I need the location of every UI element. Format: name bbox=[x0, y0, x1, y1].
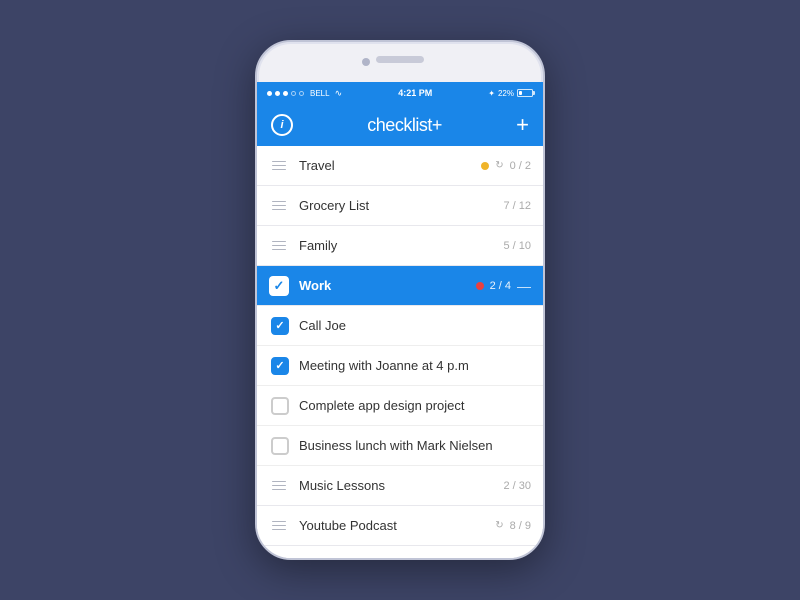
work-subitems: ✓ Call Joe ✓ Meeting with Joanne at 4 p.… bbox=[257, 306, 543, 466]
app-title: checklist+ bbox=[367, 115, 442, 136]
count-family: 5 / 10 bbox=[503, 240, 531, 252]
list-icon-work: ✓ bbox=[269, 276, 289, 296]
hamburger-icon-music bbox=[272, 481, 286, 491]
add-list-button[interactable]: + bbox=[516, 114, 529, 136]
status-left: BELL ∿ bbox=[267, 88, 342, 99]
status-bar: BELL ∿ 4:21 PM ✦ 22% bbox=[257, 82, 543, 104]
phone-speaker bbox=[376, 56, 424, 63]
list-item-family[interactable]: Family 5 / 10 bbox=[257, 226, 543, 266]
list-name-family: Family bbox=[299, 238, 503, 253]
signal-dot-3 bbox=[283, 91, 288, 96]
count-grocery: 7 / 12 bbox=[503, 200, 531, 212]
count-work: 2 / 4 bbox=[490, 280, 511, 292]
subitem-label-call-joe: Call Joe bbox=[299, 318, 346, 333]
checkbox-meeting-joanne[interactable]: ✓ bbox=[271, 357, 289, 375]
signal-dot-2 bbox=[275, 91, 280, 96]
battery-percent: 22% bbox=[498, 89, 514, 98]
volume-up-button bbox=[255, 132, 257, 154]
count-youtube: 8 / 9 bbox=[510, 520, 531, 532]
hamburger-icon bbox=[272, 161, 286, 171]
signal-dot-4 bbox=[291, 91, 296, 96]
list-icon-travel bbox=[269, 156, 289, 176]
list-item-n[interactable]: N... bbox=[257, 546, 543, 558]
checkbox-call-joe[interactable]: ✓ bbox=[271, 317, 289, 335]
list-name-travel: Travel bbox=[299, 158, 481, 173]
volume-down-button bbox=[255, 162, 257, 184]
subitem-app-design[interactable]: Complete app design project bbox=[257, 386, 543, 426]
app-header: i checklist+ + bbox=[257, 104, 543, 146]
phone-camera bbox=[362, 58, 370, 66]
hamburger-icon-youtube bbox=[272, 521, 286, 531]
wifi-icon: ∿ bbox=[335, 88, 343, 99]
status-right: ✦ 22% bbox=[488, 89, 533, 98]
checklist-body: Travel ↻ 0 / 2 Grocery List bbox=[257, 146, 543, 558]
power-button bbox=[543, 152, 545, 188]
phone-screen: BELL ∿ 4:21 PM ✦ 22% i checklist+ + bbox=[257, 82, 543, 558]
list-icon-family bbox=[269, 236, 289, 256]
bluetooth-icon: ✦ bbox=[488, 89, 495, 98]
subitem-label-meeting-joanne: Meeting with Joanne at 4 p.m bbox=[299, 358, 469, 373]
checkbox-business-lunch[interactable] bbox=[271, 437, 289, 455]
subitem-call-joe[interactable]: ✓ Call Joe bbox=[257, 306, 543, 346]
list-item-youtube[interactable]: Youtube Podcast ↻ 8 / 9 bbox=[257, 506, 543, 546]
carrier-label: BELL bbox=[310, 89, 330, 98]
battery-icon bbox=[517, 89, 533, 97]
battery-fill bbox=[519, 91, 522, 95]
list-meta-grocery: 7 / 12 bbox=[503, 200, 531, 212]
sync-icon-travel: ↻ bbox=[495, 160, 503, 171]
list-item-music[interactable]: Music Lessons 2 / 30 bbox=[257, 466, 543, 506]
signal-dot-1 bbox=[267, 91, 272, 96]
sync-icon-youtube: ↻ bbox=[495, 520, 503, 531]
status-time: 4:21 PM bbox=[398, 88, 432, 98]
list-name-work: Work bbox=[299, 278, 476, 293]
work-check-circle: ✓ bbox=[269, 276, 289, 296]
list-item-grocery[interactable]: Grocery List 7 / 12 bbox=[257, 186, 543, 226]
list-icon-n bbox=[269, 556, 289, 559]
count-music: 2 / 30 bbox=[503, 480, 531, 492]
list-meta-youtube: ↻ 8 / 9 bbox=[495, 520, 531, 532]
list-meta-family: 5 / 10 bbox=[503, 240, 531, 252]
list-name-youtube: Youtube Podcast bbox=[299, 518, 495, 533]
list-icon-grocery bbox=[269, 196, 289, 216]
list-meta-work: 2 / 4 — bbox=[476, 278, 531, 294]
subitem-business-lunch[interactable]: Business lunch with Mark Nielsen bbox=[257, 426, 543, 466]
list-icon-music bbox=[269, 476, 289, 496]
list-name-grocery: Grocery List bbox=[299, 198, 503, 213]
list-meta-music: 2 / 30 bbox=[503, 480, 531, 492]
phone-frame: BELL ∿ 4:21 PM ✦ 22% i checklist+ + bbox=[255, 40, 545, 560]
signal-dot-5 bbox=[299, 91, 304, 96]
subitem-meeting-joanne[interactable]: ✓ Meeting with Joanne at 4 p.m bbox=[257, 346, 543, 386]
list-item-travel[interactable]: Travel ↻ 0 / 2 bbox=[257, 146, 543, 186]
hamburger-icon-family bbox=[272, 241, 286, 251]
hamburger-icon-grocery bbox=[272, 201, 286, 211]
count-travel: 0 / 2 bbox=[510, 160, 531, 172]
collapse-icon-work[interactable]: — bbox=[517, 278, 531, 294]
dot-travel bbox=[481, 162, 489, 170]
work-checkmark: ✓ bbox=[274, 278, 285, 294]
info-button[interactable]: i bbox=[271, 114, 293, 136]
list-meta-travel: ↻ 0 / 2 bbox=[481, 160, 531, 172]
list-name-music: Music Lessons bbox=[299, 478, 503, 493]
dot-work bbox=[476, 282, 484, 290]
subitem-label-app-design: Complete app design project bbox=[299, 398, 465, 413]
list-icon-youtube bbox=[269, 516, 289, 536]
list-item-work[interactable]: ✓ Work 2 / 4 — bbox=[257, 266, 543, 306]
checkbox-app-design[interactable] bbox=[271, 397, 289, 415]
subitem-label-business-lunch: Business lunch with Mark Nielsen bbox=[299, 438, 493, 453]
